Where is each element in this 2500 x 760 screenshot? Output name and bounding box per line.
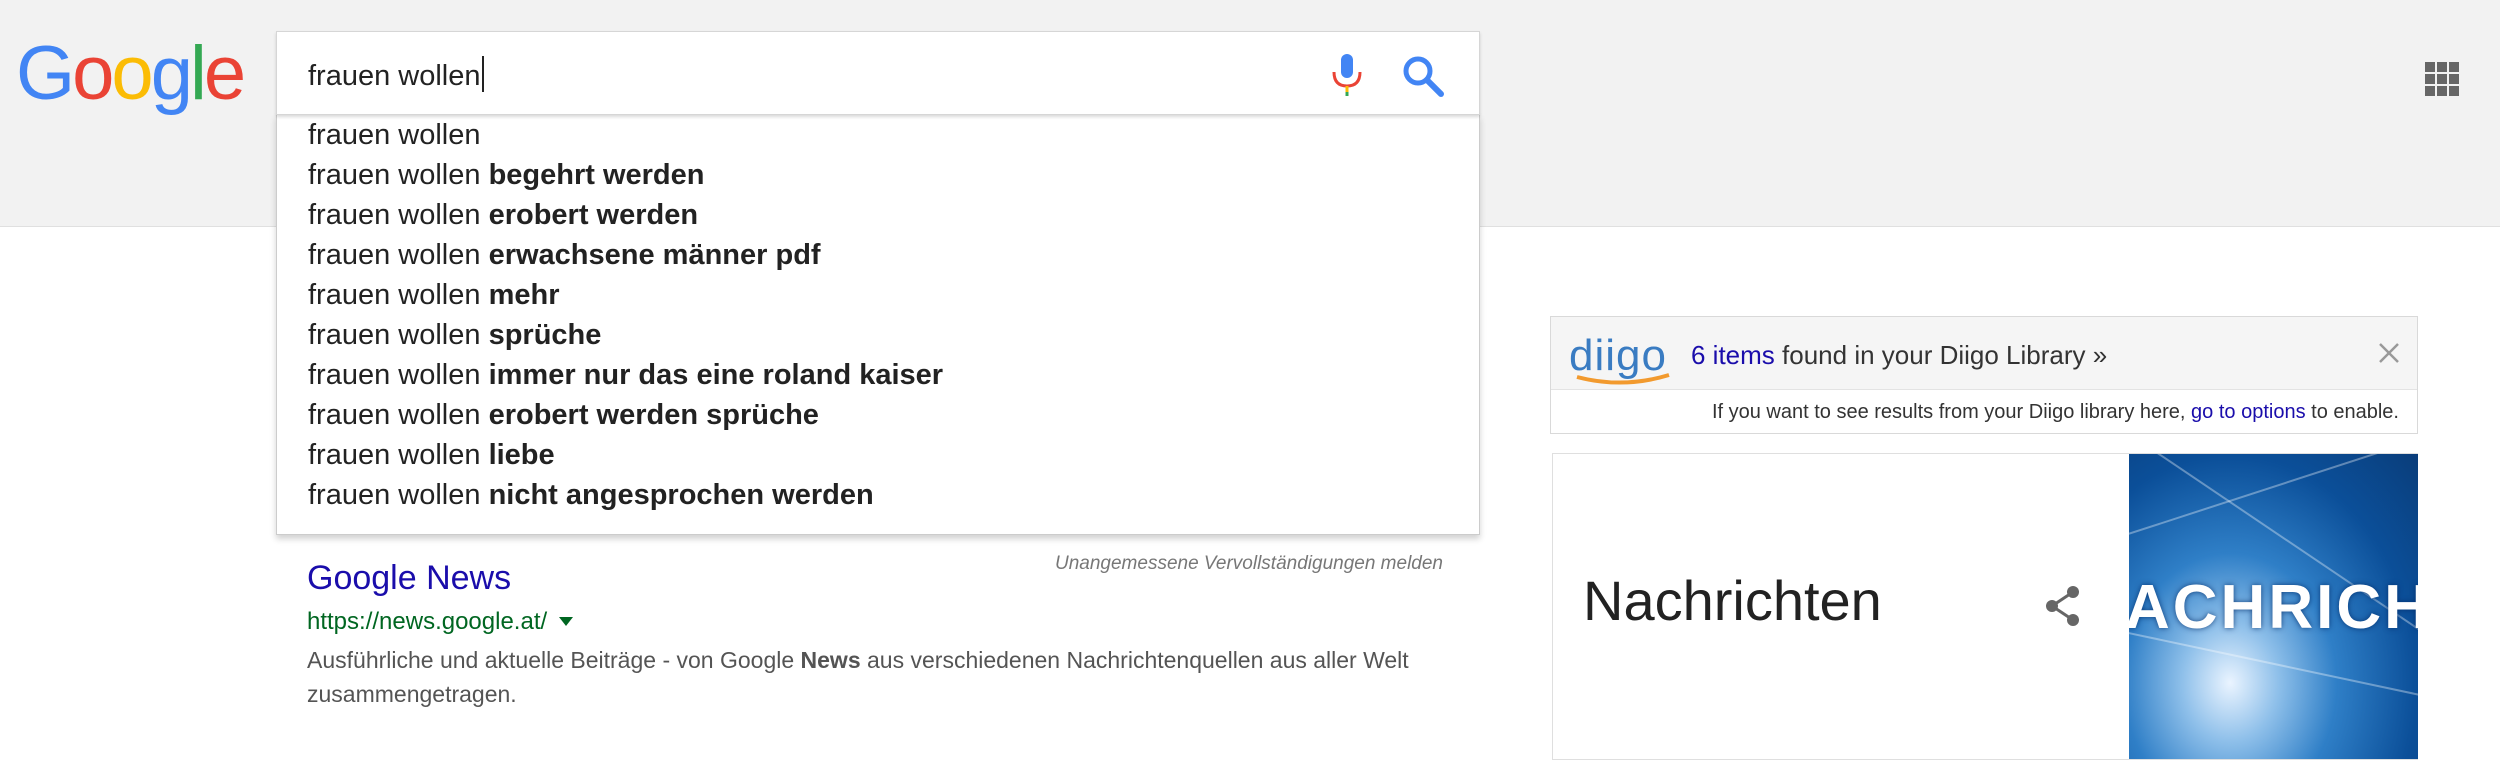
logo-letter: e bbox=[203, 31, 246, 116]
diigo-summary: 6 items found in your Diigo Library » bbox=[1691, 340, 2107, 371]
suggestion-prefix: frauen wollen bbox=[308, 439, 481, 471]
suggestion-prefix: frauen wollen bbox=[308, 479, 481, 511]
suggestion-completion: mehr bbox=[488, 279, 560, 311]
suggestion-item[interactable]: frauen wollen erwachsene männer pdf bbox=[308, 235, 821, 275]
logo-letter: l bbox=[189, 31, 207, 116]
suggestion-prefix: frauen wollen bbox=[308, 359, 481, 391]
suggestion-prefix: frauen wollen bbox=[308, 319, 481, 351]
knowledge-panel-title: Nachrichten bbox=[1583, 569, 1882, 632]
diigo-options-link[interactable]: go to options bbox=[2191, 401, 2306, 423]
suggestion-item[interactable]: frauen wollen bbox=[308, 115, 481, 155]
suggestion-completion: liebe bbox=[488, 439, 555, 471]
snippet-highlight: News bbox=[800, 647, 861, 673]
knowledge-panel: Nachrichten ACHRICHT bbox=[1552, 453, 2418, 760]
result-url-text: https://news.google.at/ bbox=[307, 608, 548, 635]
diigo-info-text: If you want to see results from your Dii… bbox=[1711, 401, 2192, 423]
thumbnail-text: ACHRICHT bbox=[2129, 573, 2418, 642]
suggestion-completion: begehrt werden bbox=[488, 159, 705, 191]
suggestion-completion: erwachsene männer pdf bbox=[488, 239, 821, 271]
image-light-beam bbox=[2129, 454, 2418, 539]
suggestion-item[interactable]: frauen wollen erobert werden sprüche bbox=[308, 395, 819, 435]
logo-letter: g bbox=[150, 31, 193, 116]
google-logo[interactable]: Google bbox=[16, 31, 246, 116]
diigo-items-link[interactable]: 6 items bbox=[1691, 340, 1775, 370]
logo-letter: o bbox=[72, 31, 114, 116]
report-completions-link[interactable]: Unangemessene Vervollständigungen melden bbox=[1055, 553, 1443, 575]
diigo-panel: diigo 6 items found in your Diigo Librar… bbox=[1550, 316, 2418, 434]
diigo-info-text: to enable. bbox=[2305, 401, 2399, 423]
suggestion-completion: erobert werden bbox=[488, 199, 699, 231]
search-input[interactable]: frauen wollen bbox=[308, 56, 484, 93]
suggestion-item[interactable]: frauen wollen immer nur das eine roland … bbox=[308, 355, 943, 395]
close-icon[interactable] bbox=[2377, 341, 2401, 365]
search-box[interactable]: frauen wollen bbox=[276, 31, 1480, 115]
news-thumbnail-image[interactable]: ACHRICHT bbox=[2129, 454, 2418, 759]
result-title-link[interactable]: Google News bbox=[307, 559, 511, 598]
autocomplete-dropdown: frauen wollen frauen wollen begehrt werd… bbox=[276, 114, 1480, 535]
logo-letter: G bbox=[16, 31, 75, 116]
suggestion-item[interactable]: frauen wollen nicht angesprochen werden bbox=[308, 475, 874, 515]
suggestion-prefix: frauen wollen bbox=[308, 239, 481, 271]
suggestion-prefix: frauen wollen bbox=[308, 119, 481, 151]
microphone-icon[interactable] bbox=[1327, 52, 1367, 98]
share-icon[interactable] bbox=[2043, 584, 2083, 628]
suggestion-completion: nicht angesprochen werden bbox=[488, 479, 874, 511]
grid-icon[interactable] bbox=[2425, 62, 2459, 96]
diigo-info: If you want to see results from your Dii… bbox=[1712, 401, 2399, 424]
search-query-text: frauen wollen bbox=[308, 60, 481, 92]
suggestion-prefix: frauen wollen bbox=[308, 399, 481, 431]
suggestion-item[interactable]: frauen wollen erobert werden bbox=[308, 195, 698, 235]
suggestion-item[interactable]: frauen wollen liebe bbox=[308, 435, 555, 475]
suggestion-prefix: frauen wollen bbox=[308, 279, 481, 311]
diigo-swoosh-icon bbox=[1576, 373, 1670, 385]
suggestion-prefix: frauen wollen bbox=[308, 159, 481, 191]
suggestion-completion: sprüche bbox=[488, 319, 602, 351]
suggestion-item[interactable]: frauen wollen sprüche bbox=[308, 315, 601, 355]
suggestion-prefix: frauen wollen bbox=[308, 199, 481, 231]
magnifier-icon[interactable] bbox=[1401, 54, 1445, 98]
diigo-header: diigo 6 items found in your Diigo Librar… bbox=[1551, 317, 2417, 390]
result-url: https://news.google.at/ bbox=[307, 608, 574, 636]
diigo-found-text: found in your Diigo Library » bbox=[1774, 340, 2108, 370]
result-snippet: Ausführliche und aktuelle Beiträge - von… bbox=[307, 643, 1447, 711]
snippet-text: Ausführliche und aktuelle Beiträge - von… bbox=[307, 647, 801, 673]
logo-letter: o bbox=[111, 31, 153, 116]
suggestion-item[interactable]: frauen wollen mehr bbox=[308, 275, 559, 315]
text-cursor bbox=[481, 56, 484, 92]
suggestion-completion: immer nur das eine roland kaiser bbox=[488, 359, 944, 391]
suggestion-item[interactable]: frauen wollen begehrt werden bbox=[308, 155, 705, 195]
dropdown-arrow-icon[interactable] bbox=[559, 617, 574, 626]
suggestion-completion: erobert werden sprüche bbox=[488, 399, 819, 431]
